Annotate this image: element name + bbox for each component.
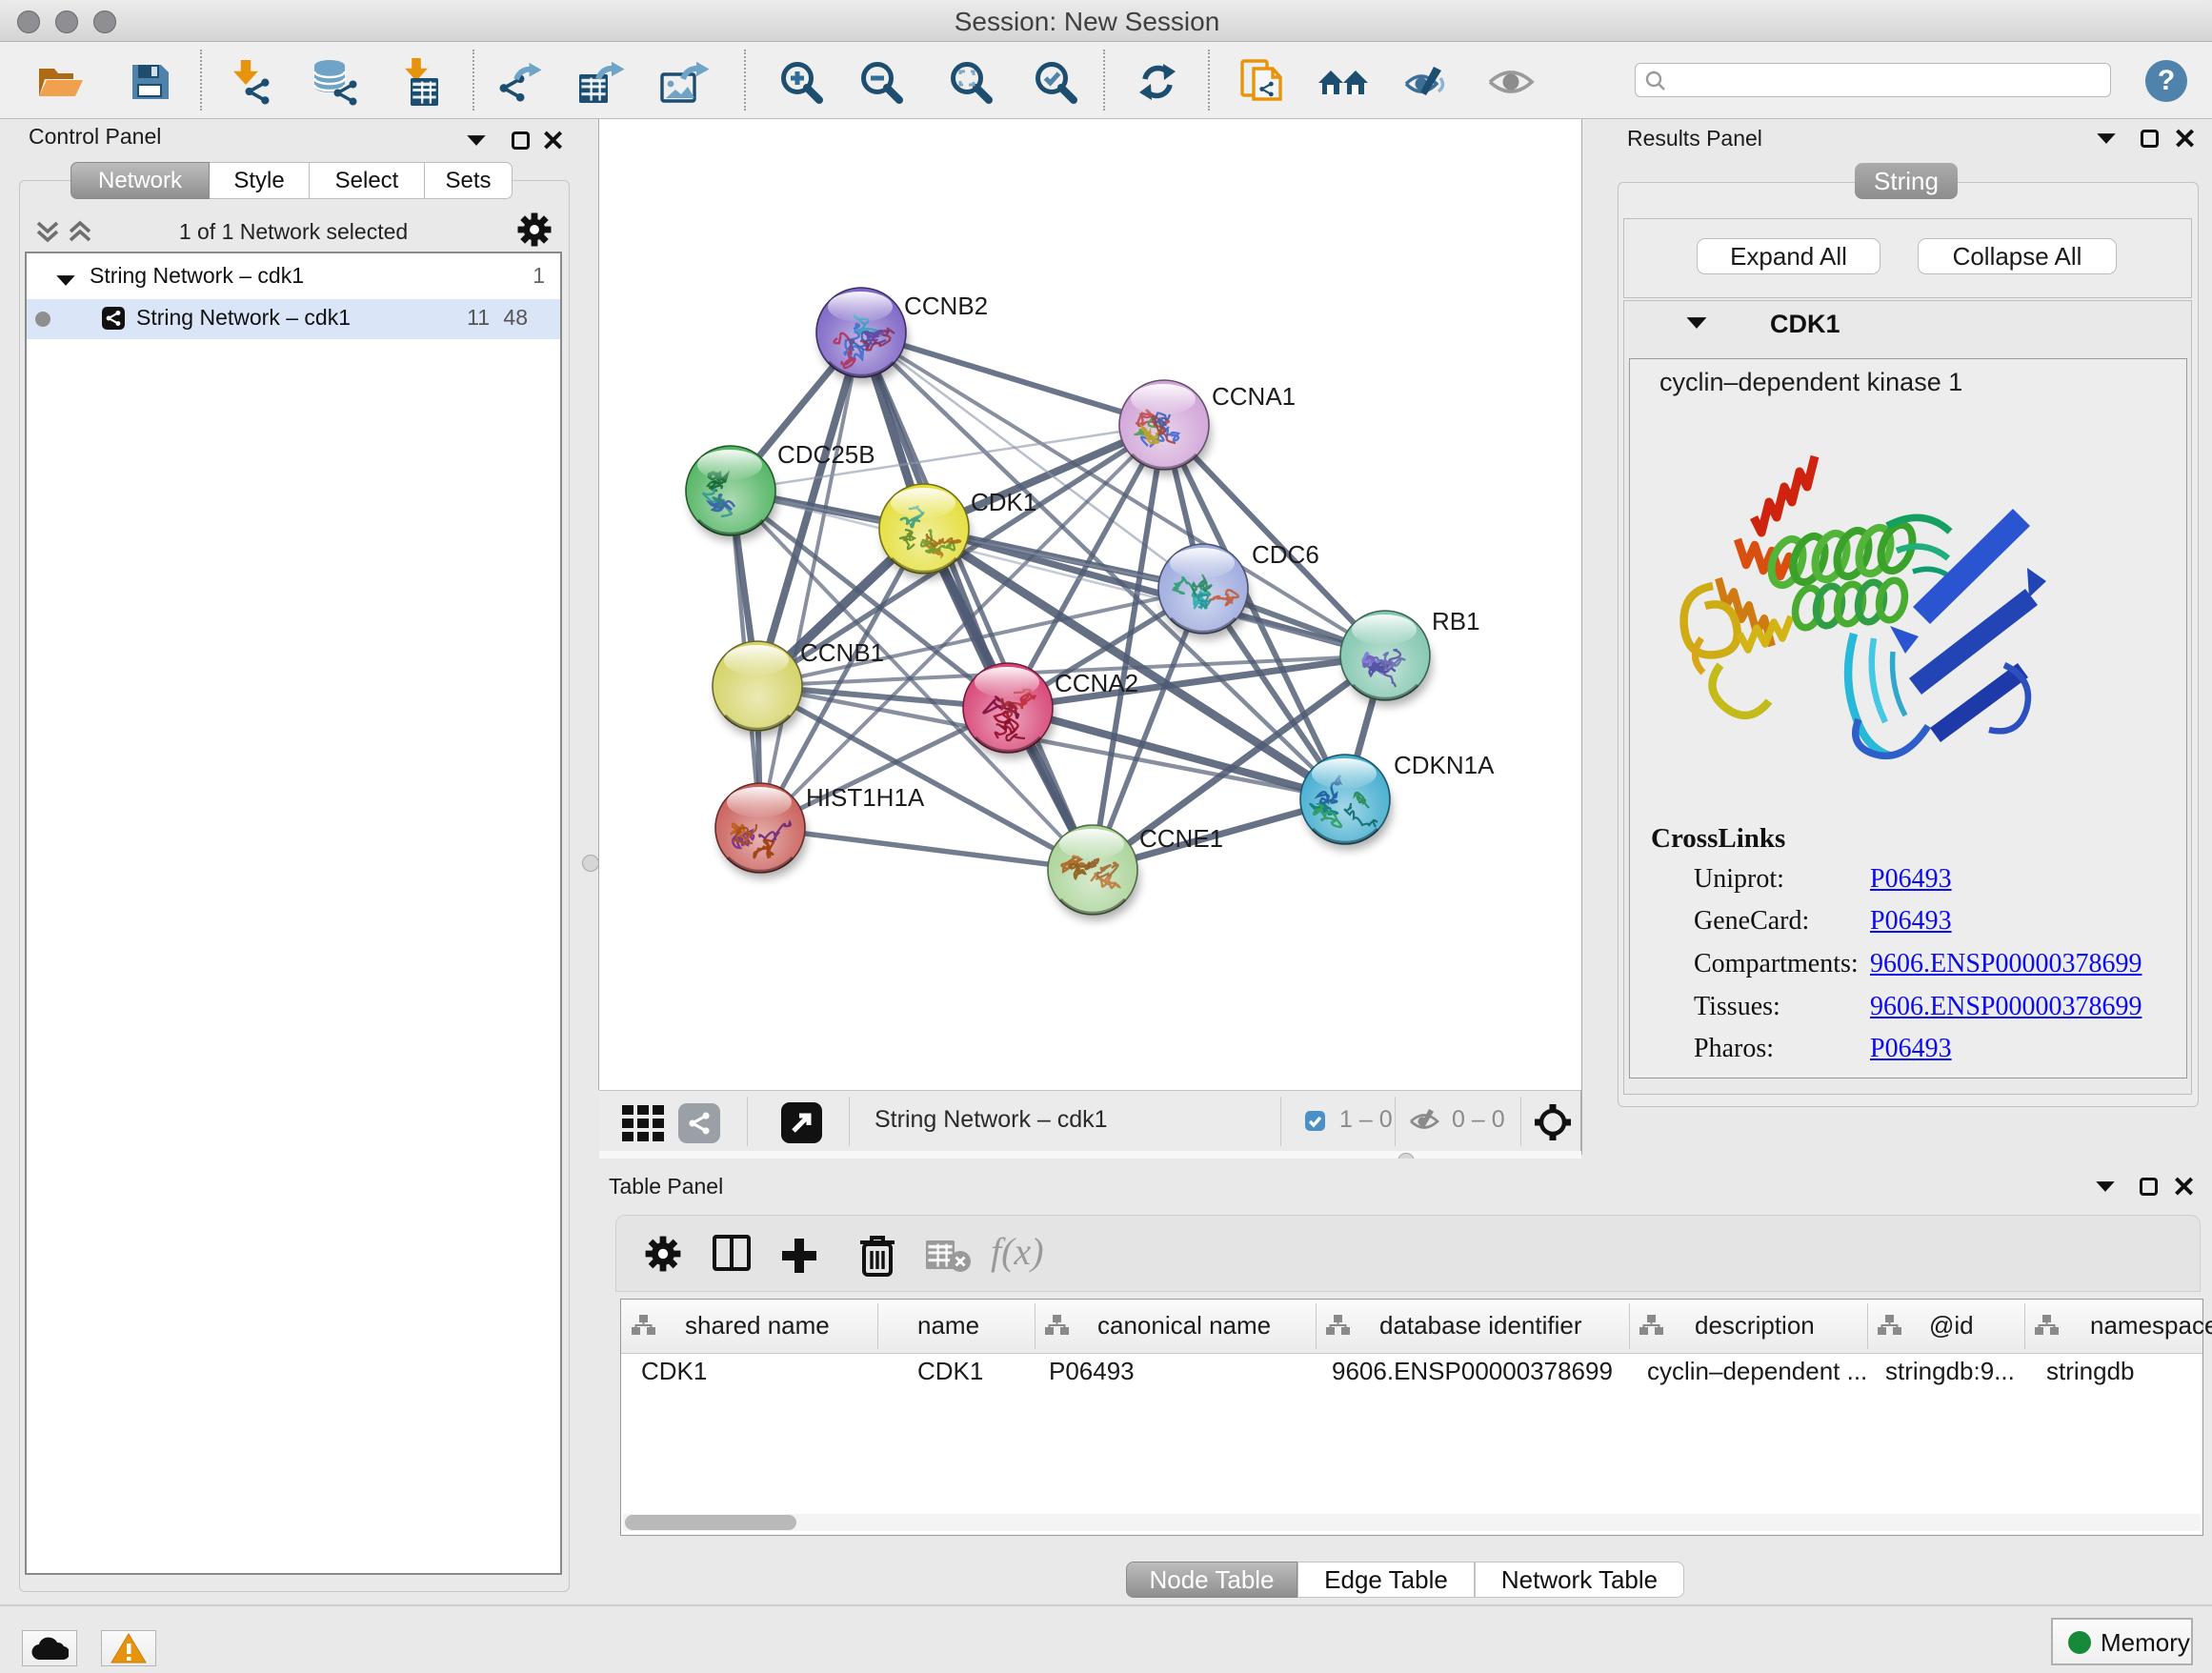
svg-text:HIST1H1A: HIST1H1A xyxy=(806,783,925,812)
svg-text:CCNA1: CCNA1 xyxy=(1212,382,1296,411)
svg-text:CDKN1A: CDKN1A xyxy=(1394,751,1495,779)
svg-text:CDC6: CDC6 xyxy=(1252,540,1319,569)
svg-text:CDC25B: CDC25B xyxy=(777,440,875,469)
svg-text:CCNA2: CCNA2 xyxy=(1055,669,1138,697)
svg-text:RB1: RB1 xyxy=(1432,607,1480,635)
svg-text:CCNE1: CCNE1 xyxy=(1139,824,1223,853)
svg-text:CCNB2: CCNB2 xyxy=(904,292,988,320)
svg-text:CDK1: CDK1 xyxy=(971,488,1036,516)
svg-text:CCNB1: CCNB1 xyxy=(800,638,884,667)
